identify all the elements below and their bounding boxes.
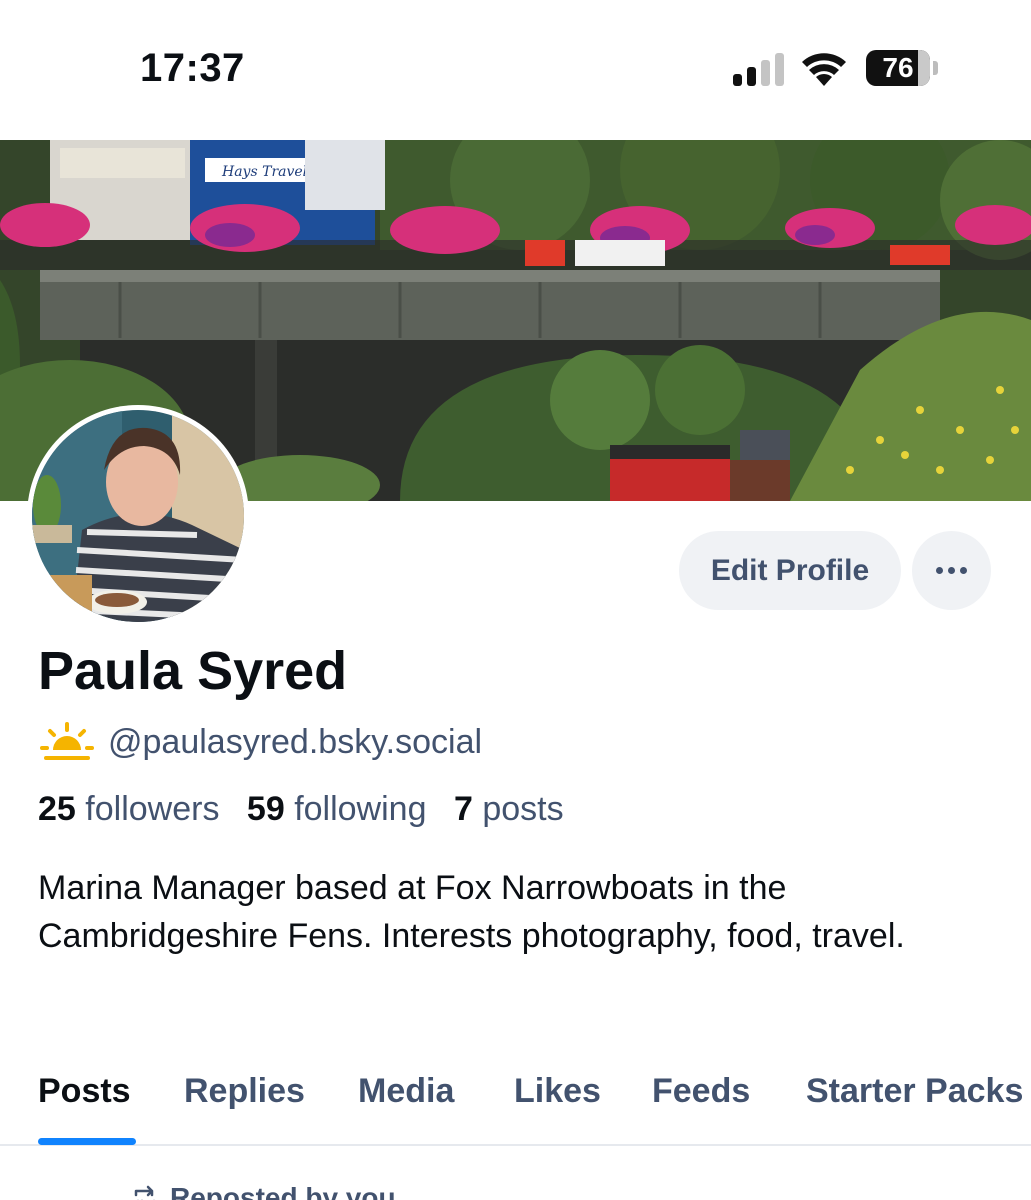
following-link[interactable]: 59 following	[247, 790, 445, 828]
posts-label: posts	[482, 790, 564, 828]
posts-stat: 7 posts	[454, 790, 582, 828]
battery-nub	[933, 61, 938, 75]
profile-stats: 25 followers 59 following 7 posts	[38, 790, 582, 829]
svg-text:Hays Travel: Hays Travel	[221, 164, 307, 180]
profile-bio: Marina Manager based at Fox Narrowboats …	[38, 869, 905, 955]
profile-handle[interactable]: @paulasyred.bsky.social	[108, 723, 482, 762]
battery-icon: 76	[866, 50, 930, 86]
wifi-icon	[802, 53, 846, 86]
profile-tabs: Posts Replies Media Likes Feeds Starter …	[0, 1060, 1031, 1146]
sun-icon	[40, 722, 94, 760]
repost-label: Reposted by you	[170, 1182, 396, 1200]
followers-link[interactable]: 25 followers	[38, 790, 237, 828]
tab-media[interactable]: Media	[358, 1072, 454, 1111]
tab-likes[interactable]: Likes	[514, 1072, 601, 1111]
tab-replies[interactable]: Replies	[184, 1072, 305, 1111]
following-label: following	[294, 790, 427, 828]
battery-level: 76	[882, 52, 914, 83]
handle-row: @paulasyred.bsky.social	[40, 720, 482, 764]
followers-count: 25	[38, 790, 76, 828]
posts-count: 7	[453, 790, 473, 828]
edit-profile-button[interactable]: Edit Profile	[679, 531, 901, 610]
status-time: 17:37	[140, 46, 245, 90]
active-tab-indicator	[38, 1138, 136, 1145]
tab-starter-packs[interactable]: Starter Packs	[806, 1072, 1023, 1111]
avatar-image	[32, 410, 244, 622]
more-options-button[interactable]	[912, 531, 991, 610]
avatar[interactable]	[27, 405, 249, 627]
cellular-signal-icon	[733, 52, 785, 86]
following-count: 59	[246, 790, 285, 828]
repost-indicator: Reposted by you	[130, 1178, 396, 1200]
more-dots-icon	[960, 567, 967, 574]
status-bar: 17:37 76	[0, 0, 1031, 140]
repost-icon	[134, 1185, 155, 1200]
tab-feeds[interactable]: Feeds	[652, 1072, 750, 1111]
display-name: Paula Syred	[38, 641, 348, 701]
tab-posts[interactable]: Posts	[38, 1072, 131, 1111]
more-dots-icon	[948, 567, 955, 574]
more-dots-icon	[936, 567, 943, 574]
followers-label: followers	[85, 790, 220, 828]
